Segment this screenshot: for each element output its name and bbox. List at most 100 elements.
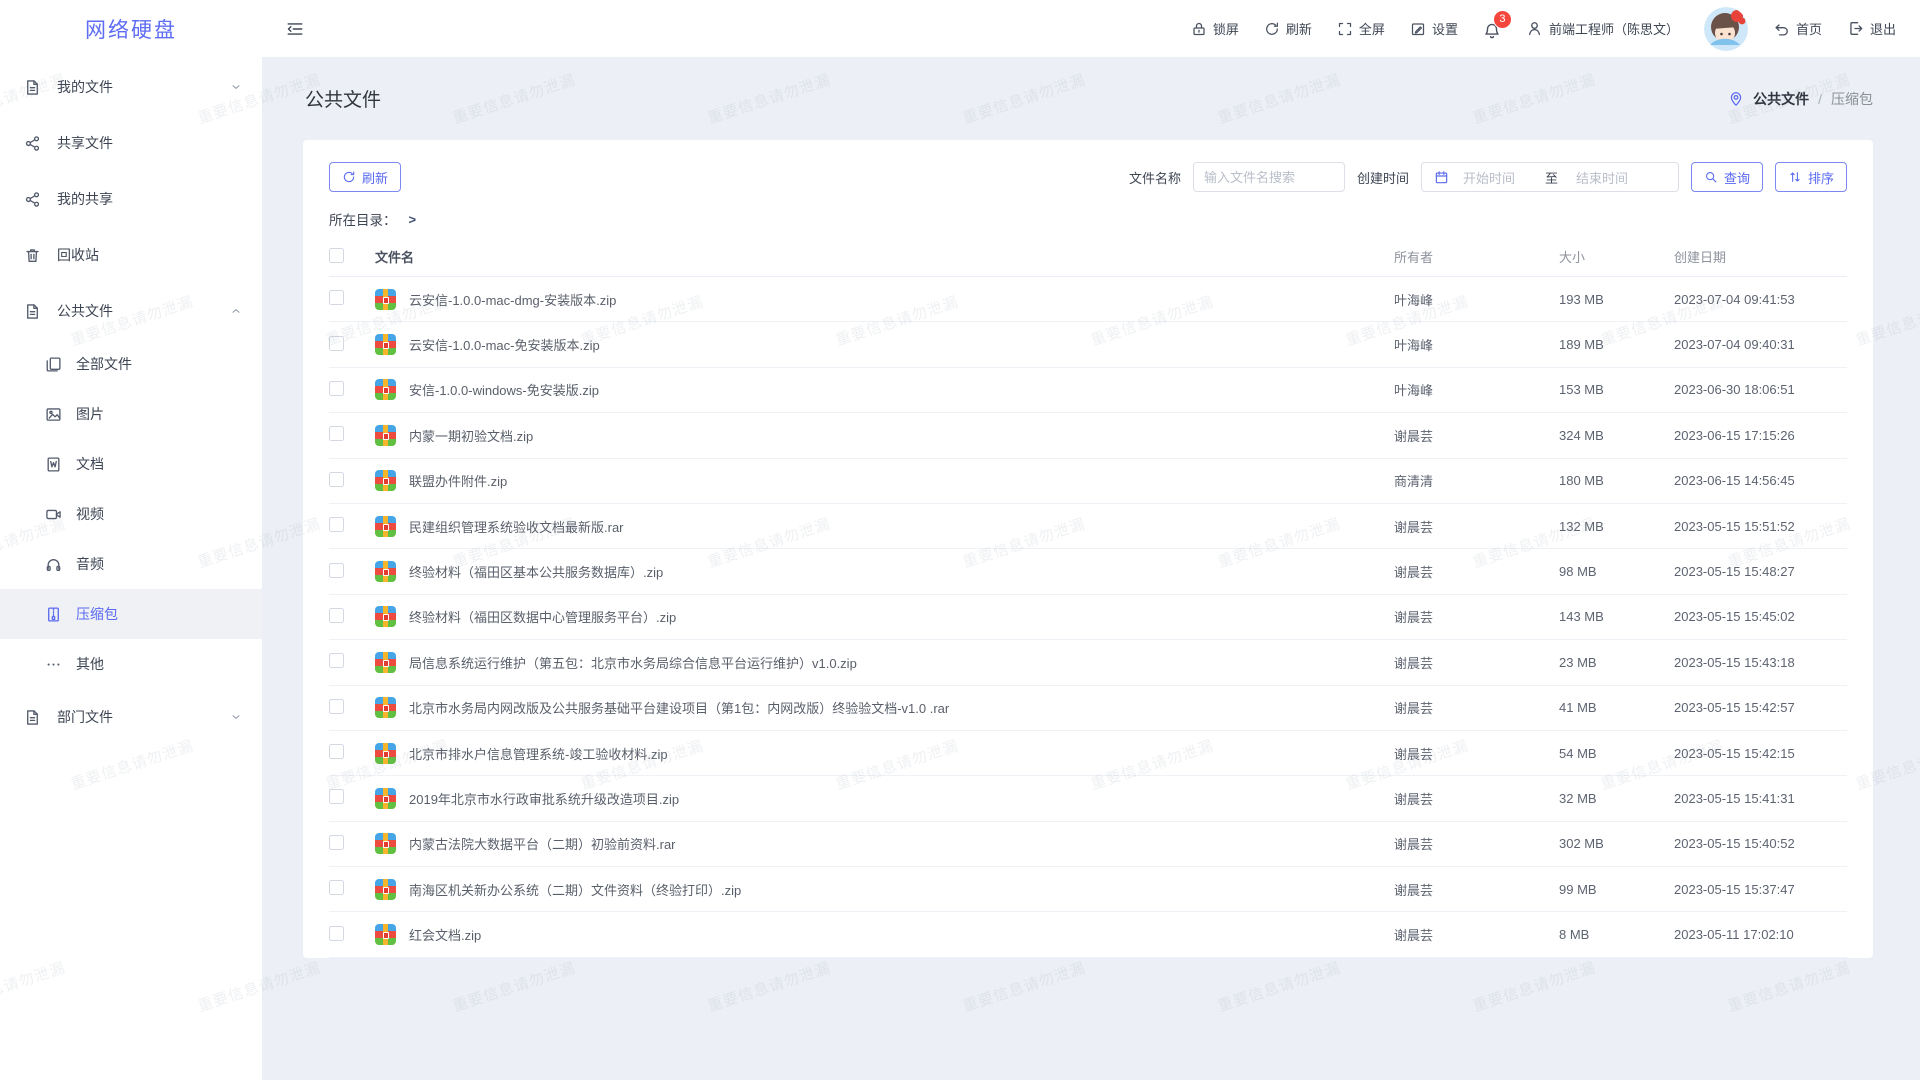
sidebar-item-my-files[interactable]: 我的文件 — [0, 59, 262, 115]
breadcrumb: 公共文件 / 压缩包 — [1728, 89, 1873, 109]
file-name[interactable]: 云安信-1.0.0-mac-dmg-安装版本.zip — [409, 290, 616, 309]
file-size: 153 MB — [1559, 382, 1674, 397]
file-created: 2023-06-30 18:06:51 — [1674, 382, 1847, 397]
lock-screen-button[interactable]: 锁屏 — [1191, 19, 1239, 38]
row-checkbox[interactable] — [329, 426, 344, 441]
row-checkbox[interactable] — [329, 744, 344, 759]
row-checkbox[interactable] — [329, 926, 344, 941]
app-logo: 网络硬盘 — [0, 14, 262, 44]
filename-search-input[interactable] — [1193, 162, 1345, 192]
sort-button[interactable]: 排序 — [1775, 162, 1847, 192]
row-checkbox[interactable] — [329, 290, 344, 305]
share-icon — [24, 135, 41, 152]
table-row[interactable]: 云安信-1.0.0-mac-dmg-安装版本.zip 叶海峰 193 MB 20… — [329, 277, 1847, 322]
logout-button[interactable]: 退出 — [1847, 19, 1896, 38]
user-menu[interactable]: 前端工程师（陈思文） — [1526, 19, 1679, 38]
file-created: 2023-05-15 15:51:52 — [1674, 519, 1847, 534]
row-checkbox[interactable] — [329, 789, 344, 804]
file-name[interactable]: 北京市排水户信息管理系统-竣工验收材料.zip — [409, 744, 668, 763]
file-name[interactable]: 2019年北京市水行政审批系统升级改造项目.zip — [409, 789, 679, 808]
undo-arrow-icon — [1773, 20, 1790, 37]
file-created: 2023-05-15 15:42:57 — [1674, 700, 1847, 715]
table-row[interactable]: 民建组织管理系统验收文档最新版.rar 谢晨芸 132 MB 2023-05-1… — [329, 504, 1847, 549]
refresh-button[interactable]: 刷新 — [1264, 19, 1312, 38]
table-row[interactable]: 云安信-1.0.0-mac-免安装版本.zip 叶海峰 189 MB 2023-… — [329, 322, 1847, 367]
sidebar-item-videos[interactable]: 视频 — [0, 489, 262, 539]
sidebar-item-public-files[interactable]: 公共文件 — [0, 283, 262, 339]
query-button[interactable]: 查询 — [1691, 162, 1763, 192]
settings-button[interactable]: 设置 — [1410, 19, 1458, 38]
table-row[interactable]: 安信-1.0.0-windows-免安装版.zip 叶海峰 153 MB 202… — [329, 368, 1847, 413]
table-row[interactable]: 红会文档.zip 谢晨芸 8 MB 2023-05-11 17:02:10 — [329, 912, 1847, 957]
table-row[interactable]: 2019年北京市水行政审批系统升级改造项目.zip 谢晨芸 32 MB 2023… — [329, 776, 1847, 821]
refresh-list-button[interactable]: 刷新 — [329, 162, 401, 192]
file-name[interactable]: 内蒙一期初验文档.zip — [409, 426, 533, 445]
date-start-placeholder[interactable]: 开始时间 — [1463, 168, 1541, 187]
row-checkbox[interactable] — [329, 381, 344, 396]
table-row[interactable]: 联盟办件附件.zip 商清清 180 MB 2023-06-15 14:56:4… — [329, 459, 1847, 504]
table-row[interactable]: 北京市排水户信息管理系统-竣工验收材料.zip 谢晨芸 54 MB 2023-0… — [329, 731, 1847, 776]
row-checkbox[interactable] — [329, 517, 344, 532]
sidebar-item-others[interactable]: 其他 — [0, 639, 262, 689]
table-row[interactable]: 终验材料（福田区基本公共服务数据库）.zip 谢晨芸 98 MB 2023-05… — [329, 549, 1847, 594]
sidebar-item-my-shares[interactable]: 我的共享 — [0, 171, 262, 227]
file-name[interactable]: 云安信-1.0.0-mac-免安装版本.zip — [409, 335, 600, 354]
file-created: 2023-07-04 09:40:31 — [1674, 337, 1847, 352]
sidebar-item-department-files[interactable]: 部门文件 — [0, 689, 262, 745]
file-name[interactable]: 红会文档.zip — [409, 925, 481, 944]
sidebar-item-recycle-bin[interactable]: 回收站 — [0, 227, 262, 283]
archive-file-icon — [375, 697, 396, 718]
sidebar-item-shared-files[interactable]: 共享文件 — [0, 115, 262, 171]
sidebar-item-documents[interactable]: 文档 — [0, 439, 262, 489]
file-name[interactable]: 南海区机关新办公系统（二期）文件资料（终验打印）.zip — [409, 880, 741, 899]
sidebar-item-images[interactable]: 图片 — [0, 389, 262, 439]
row-checkbox[interactable] — [329, 835, 344, 850]
file-name[interactable]: 终验材料（福田区基本公共服务数据库）.zip — [409, 562, 663, 581]
settings-icon — [1410, 21, 1426, 37]
file-name[interactable]: 终验材料（福田区数据中心管理服务平台）.zip — [409, 607, 676, 626]
sidebar-item-audio[interactable]: 音频 — [0, 539, 262, 589]
directory-root-arrow[interactable]: > — [409, 212, 417, 227]
file-size: 132 MB — [1559, 519, 1674, 534]
fullscreen-button[interactable]: 全屏 — [1337, 19, 1385, 38]
table-row[interactable]: 终验材料（福田区数据中心管理服务平台）.zip 谢晨芸 143 MB 2023-… — [329, 595, 1847, 640]
table-row[interactable]: 内蒙古法院大数据平台（二期）初验前资料.rar 谢晨芸 302 MB 2023-… — [329, 822, 1847, 867]
file-name[interactable]: 安信-1.0.0-windows-免安装版.zip — [409, 380, 599, 399]
table-row[interactable]: 北京市水务局内网改版及公共服务基础平台建设项目（第1包：内网改版）终验验文档-v… — [329, 686, 1847, 731]
breadcrumb-public-files[interactable]: 公共文件 — [1753, 89, 1809, 109]
file-owner: 商清清 — [1394, 471, 1559, 490]
row-checkbox[interactable] — [329, 608, 344, 623]
row-checkbox[interactable] — [329, 699, 344, 714]
file-name[interactable]: 联盟办件附件.zip — [409, 471, 507, 490]
file-name[interactable]: 北京市水务局内网改版及公共服务基础平台建设项目（第1包：内网改版）终验验文档-v… — [409, 698, 949, 717]
file-name[interactable]: 局信息系统运行维护（第五包：北京市水务局综合信息平台运行维护）v1.0.zip — [409, 653, 857, 672]
row-checkbox[interactable] — [329, 336, 344, 351]
date-end-placeholder[interactable]: 结束时间 — [1576, 168, 1654, 187]
home-button[interactable]: 首页 — [1773, 19, 1822, 38]
file-owner: 叶海峰 — [1394, 290, 1559, 309]
date-range-picker[interactable]: 开始时间 至 结束时间 — [1421, 162, 1679, 192]
document-icon — [24, 79, 41, 96]
file-size: 193 MB — [1559, 292, 1674, 307]
person-icon — [1526, 20, 1543, 37]
row-checkbox[interactable] — [329, 563, 344, 578]
select-all-checkbox[interactable] — [329, 248, 344, 263]
row-checkbox[interactable] — [329, 653, 344, 668]
sidebar-item-archives[interactable]: 压缩包 — [0, 589, 262, 639]
avatar[interactable] — [1704, 7, 1748, 51]
table-row[interactable]: 局信息系统运行维护（第五包：北京市水务局综合信息平台运行维护）v1.0.zip … — [329, 640, 1847, 685]
notifications-button[interactable]: 3 — [1483, 18, 1501, 40]
menu-fold-icon[interactable] — [286, 20, 304, 38]
file-owner: 谢晨芸 — [1394, 698, 1559, 717]
file-name[interactable]: 民建组织管理系统验收文档最新版.rar — [409, 517, 624, 536]
sort-arrows-icon — [1788, 170, 1802, 184]
file-created: 2023-07-04 09:41:53 — [1674, 292, 1847, 307]
row-checkbox[interactable] — [329, 880, 344, 895]
archive-file-icon — [375, 516, 396, 537]
table-row[interactable]: 内蒙一期初验文档.zip 谢晨芸 324 MB 2023-06-15 17:15… — [329, 413, 1847, 458]
file-created: 2023-05-15 15:41:31 — [1674, 791, 1847, 806]
table-row[interactable]: 南海区机关新办公系统（二期）文件资料（终验打印）.zip 谢晨芸 99 MB 2… — [329, 867, 1847, 912]
file-name[interactable]: 内蒙古法院大数据平台（二期）初验前资料.rar — [409, 834, 676, 853]
sidebar-item-all-files[interactable]: 全部文件 — [0, 339, 262, 389]
row-checkbox[interactable] — [329, 472, 344, 487]
